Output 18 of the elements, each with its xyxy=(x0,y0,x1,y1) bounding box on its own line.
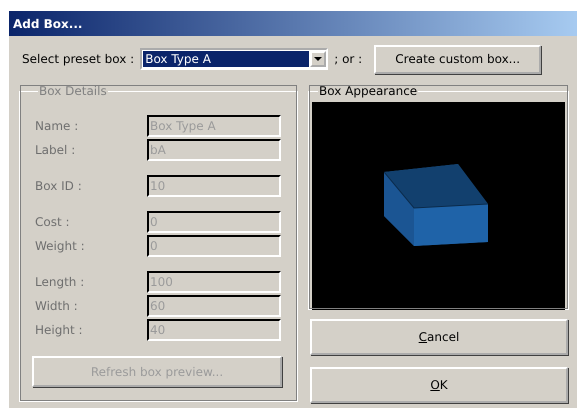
window-title: Add Box... xyxy=(9,11,577,36)
or-label: ; or : xyxy=(334,52,362,66)
field-label: Name : xyxy=(34,119,80,133)
create-custom-button[interactable]: Create custom box... xyxy=(374,44,542,74)
field-label: Cost : xyxy=(34,215,71,229)
preset-dropdown[interactable]: Box Type A xyxy=(140,48,328,70)
field-label: Height : xyxy=(34,323,84,337)
dropdown-arrow-icon xyxy=(314,56,322,62)
field-label: Label : xyxy=(34,143,76,157)
group-title: Box Details xyxy=(38,84,108,98)
field-label: Weight : xyxy=(34,239,86,253)
field-label: Width : xyxy=(34,299,79,313)
cancel-button[interactable]: Cancel xyxy=(310,319,568,355)
preset-label: Select preset box : xyxy=(22,52,134,66)
field-label: Length : xyxy=(34,275,86,289)
field-label: Box ID : xyxy=(34,179,83,193)
ok-button[interactable]: OK xyxy=(310,367,568,403)
group-title: Box Appearance xyxy=(318,84,418,98)
